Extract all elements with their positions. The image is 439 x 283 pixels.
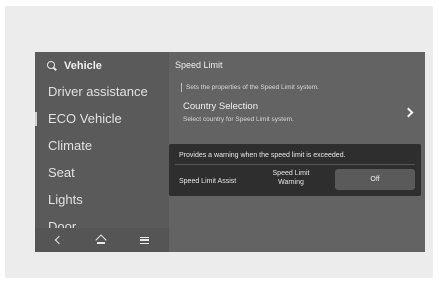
sidebar-list: Driver assistance ECO Vehicle Climate Se…: [35, 78, 169, 228]
back-icon: [54, 235, 63, 245]
sidebar-item-driver-assistance[interactable]: Driver assistance: [48, 84, 148, 99]
popup-message: Provides a warning when the speed limit …: [179, 152, 346, 159]
sidebar-item-climate[interactable]: Climate: [48, 138, 92, 153]
sidebar-header[interactable]: Vehicle: [47, 59, 102, 73]
speed-limit-warning-line1: Speed Limit: [272, 170, 310, 177]
country-selection-title: Country Selection: [183, 101, 258, 112]
photo-frame: Vehicle Driver assistance ECO Vehicle Cl…: [5, 6, 433, 278]
page-description: Sets the properties of the Speed Limit s…: [181, 83, 319, 92]
home-icon: [96, 236, 106, 244]
sidebar-item-eco-vehicle[interactable]: ECO Vehicle: [48, 111, 122, 126]
country-selection-subtitle: Select country for Speed Limit system.: [183, 116, 294, 123]
sidebar-title: Vehicle: [64, 60, 102, 72]
speed-limit-warning-line2: Warning: [278, 179, 304, 186]
sidebar-item-lights[interactable]: Lights: [48, 192, 83, 207]
chevron-right-icon[interactable]: [403, 107, 414, 118]
search-icon[interactable]: [47, 61, 57, 71]
popup-divider: [175, 164, 415, 165]
back-button[interactable]: [49, 232, 65, 248]
sidebar-item-seat[interactable]: Seat: [48, 165, 75, 180]
speed-limit-warning-option[interactable]: Speed Limit Warning: [261, 169, 321, 187]
speed-limit-assist-label: Speed Limit Assist: [179, 178, 237, 185]
country-selection-row[interactable]: Country Selection Select country for Spe…: [169, 98, 425, 132]
menu-icon: [139, 236, 149, 244]
off-button[interactable]: Off: [335, 169, 415, 190]
home-button[interactable]: [93, 232, 109, 248]
page-title: Speed Limit: [175, 60, 223, 70]
infotainment-screen: Vehicle Driver assistance ECO Vehicle Cl…: [35, 52, 425, 252]
sidebar: Vehicle Driver assistance ECO Vehicle Cl…: [35, 52, 169, 252]
sidebar-item-door[interactable]: Door: [48, 219, 76, 228]
speed-limit-popup: Provides a warning when the speed limit …: [169, 144, 421, 196]
bottom-nav-bar: [35, 228, 169, 252]
sidebar-selection-indicator: [35, 112, 37, 126]
menu-button[interactable]: [136, 232, 152, 248]
